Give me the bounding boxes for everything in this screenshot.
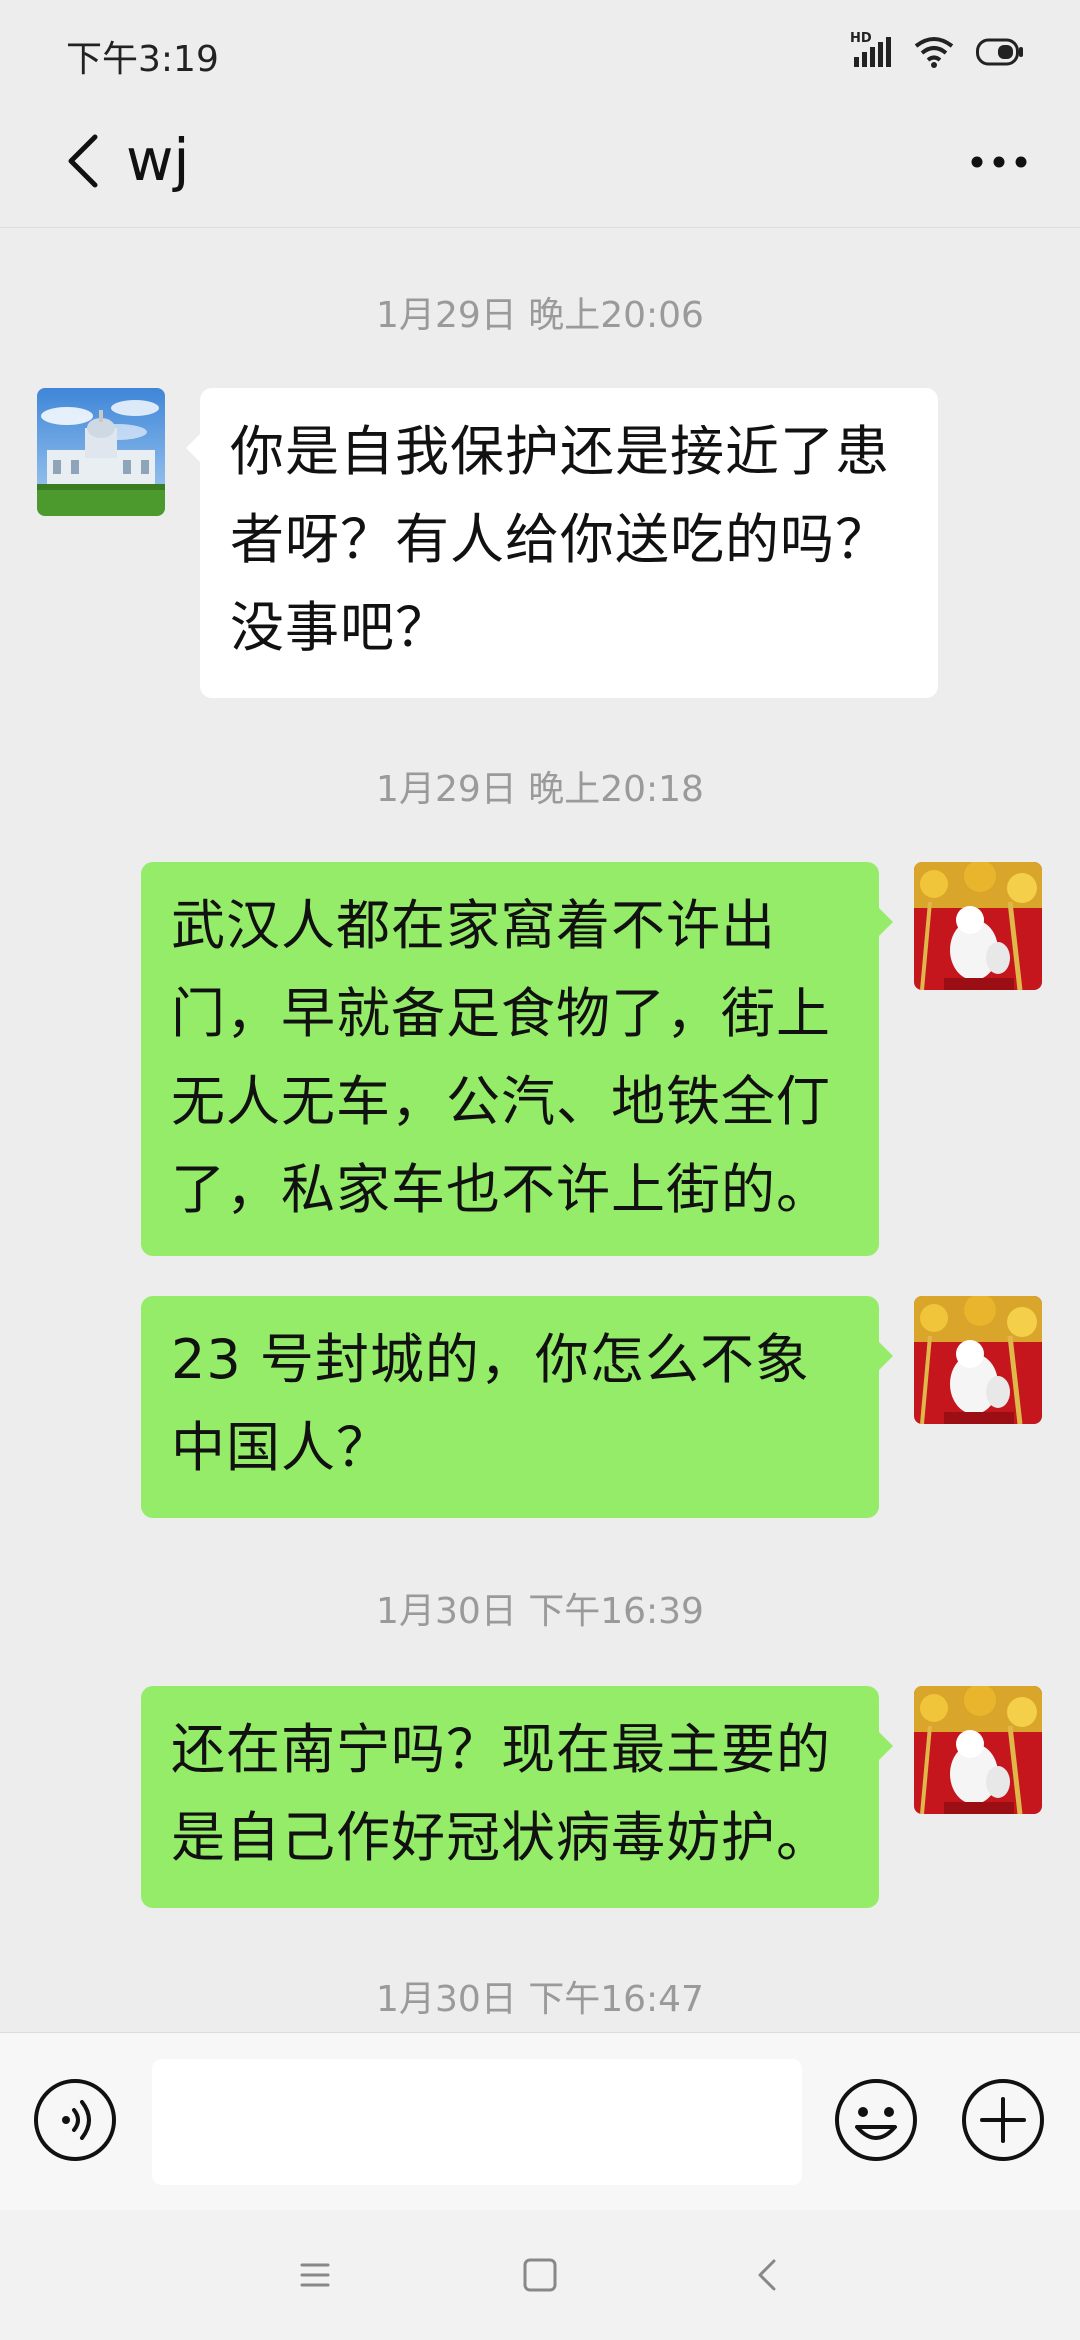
message-timestamp: 1月29日 晚上20:18 — [376, 769, 704, 810]
system-nav-bar — [0, 2210, 1080, 2340]
outgoing-message-bubble[interactable]: 23 号封城的，你怎么不象中国人？ — [141, 1296, 893, 1518]
menu-icon — [290, 2263, 340, 2304]
home-button[interactable] — [515, 2250, 565, 2300]
home-icon — [515, 2258, 565, 2304]
wifi-icon — [914, 36, 954, 68]
status-icons: HD — [850, 31, 1024, 72]
more-button[interactable] — [954, 118, 1044, 208]
user-avatar[interactable] — [914, 1296, 1042, 1424]
user-avatar[interactable] — [914, 1686, 1042, 1814]
network-type-label: HD — [850, 31, 872, 46]
message-timestamp: 1月30日 下午16:39 — [376, 1591, 704, 1632]
contact-avatar[interactable] — [37, 388, 165, 516]
chat-screen: 下午3:19 HD wj 1月29日 晚上20:06 你是自我保护还是接近了患者… — [0, 0, 1080, 2340]
back-icon — [743, 2259, 793, 2304]
input-bar — [0, 2032, 1080, 2210]
incoming-message-bubble[interactable]: 你是自我保护还是接近了患者呀？有人给你送吃的吗？没事吧？ — [186, 388, 938, 698]
message-input[interactable] — [152, 2059, 802, 2185]
battery-icon — [976, 38, 1024, 66]
message-timestamp: 1月30日 下午16:47 — [376, 1979, 704, 2020]
back-button[interactable] — [38, 118, 128, 208]
more-dots-icon — [969, 154, 1029, 173]
message-text: 武汉人都在家窩着不许出门，早就备足食物了，街上无人无车，公汽、地铁全仃了，私家车… — [171, 894, 831, 1221]
status-bar: 下午3:19 HD — [0, 0, 1080, 100]
emoji-button[interactable] — [833, 2077, 919, 2163]
message-text: 你是自我保护还是接近了患者呀？有人给你送吃的吗？没事吧？ — [230, 420, 890, 659]
chat-title: wj — [126, 126, 190, 194]
plus-icon — [960, 2079, 1046, 2167]
outgoing-message-bubble[interactable]: 还在南宁吗？现在最主要的是自己作好冠状病毒妨护。 — [141, 1686, 893, 1908]
outgoing-message-bubble[interactable]: 武汉人都在家窩着不许出门，早就备足食物了，街上无人无车，公汽、地铁全仃了，私家车… — [141, 862, 893, 1256]
more-functions-button[interactable] — [960, 2077, 1046, 2163]
user-avatar[interactable] — [914, 862, 1042, 990]
voice-button[interactable] — [32, 2077, 118, 2163]
recent-apps-button[interactable] — [290, 2250, 340, 2300]
signal-icon: HD — [850, 31, 892, 69]
status-time: 下午3:19 — [66, 39, 219, 80]
system-back-button[interactable] — [743, 2250, 793, 2300]
emoji-icon — [833, 2079, 919, 2167]
chevron-left-icon — [63, 131, 103, 195]
message-timestamp: 1月29日 晚上20:06 — [376, 295, 704, 336]
title-bar: wj — [0, 100, 1080, 228]
message-text: 还在南宁吗？现在最主要的是自己作好冠状病毒妨护。 — [171, 1718, 831, 1869]
voice-icon — [32, 2079, 118, 2167]
message-text: 23 号封城的，你怎么不象中国人？ — [171, 1328, 810, 1479]
